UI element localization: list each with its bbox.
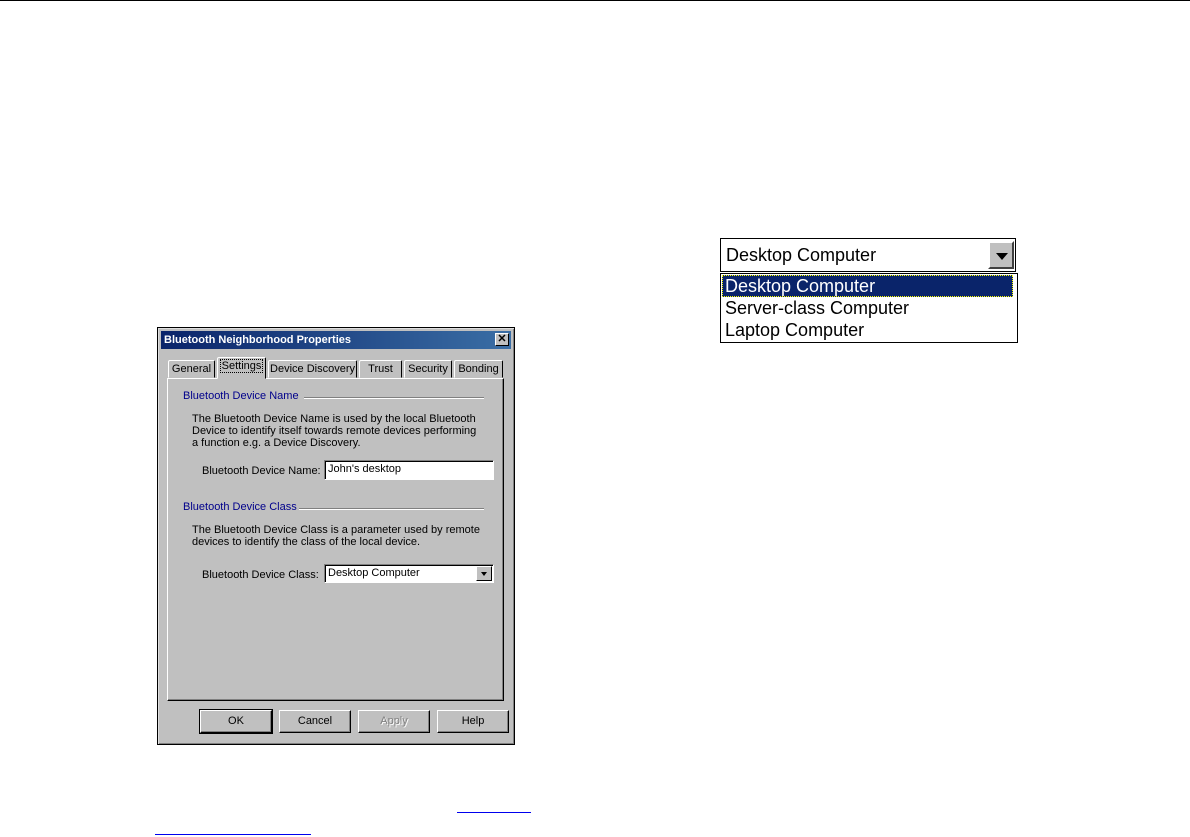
device-class-select[interactable]: Desktop Computer <box>324 564 494 583</box>
tab-general[interactable]: General <box>168 360 215 378</box>
tab-security-label: Security <box>408 363 448 375</box>
apply-button[interactable]: Apply <box>358 710 430 733</box>
link-underline-2[interactable] <box>155 834 311 835</box>
device-name-input[interactable]: John's desktop <box>324 460 494 480</box>
option-desktop-computer[interactable]: Desktop Computer <box>722 275 1013 297</box>
tab-device-discovery[interactable]: Device Discovery <box>268 360 357 378</box>
close-button[interactable]: ✕ <box>495 333 509 346</box>
device-class-description: The Bluetooth Device Class is a paramete… <box>192 524 480 548</box>
link-underline-1[interactable] <box>457 812 531 813</box>
ok-button[interactable]: OK <box>199 709 273 734</box>
device-name-divider <box>304 397 484 399</box>
cancel-label: Cancel <box>297 715 333 727</box>
dialog-title: Bluetooth Neighborhood Properties <box>164 334 351 346</box>
device-name-group-title: Bluetooth Device Name <box>183 390 299 402</box>
device-class-combo-enlarged[interactable]: Desktop Computer <box>720 238 1016 272</box>
device-name-value: John's desktop <box>328 463 402 475</box>
close-icon: ✕ <box>497 333 507 345</box>
option-server-class-computer[interactable]: Server-class Computer <box>722 297 1013 319</box>
tab-trust[interactable]: Trust <box>359 360 402 378</box>
device-class-dropdown-list: Desktop Computer Server-class Computer L… <box>720 273 1018 343</box>
option-laptop-computer[interactable]: Laptop Computer <box>722 319 1013 341</box>
help-label: Help <box>461 715 485 727</box>
top-rule <box>0 0 1190 1</box>
chevron-down-icon[interactable] <box>476 566 492 581</box>
tab-settings-label: Settings <box>219 359 264 373</box>
tab-settings[interactable]: Settings <box>217 357 266 379</box>
settings-panel: Bluetooth Device Name The Bluetooth Devi… <box>167 378 504 701</box>
cancel-button[interactable]: Cancel <box>279 710 351 733</box>
tab-general-label: General <box>171 363 212 375</box>
device-class-value: Desktop Computer <box>328 567 420 579</box>
tab-trust-label: Trust <box>368 363 393 375</box>
help-button[interactable]: Help <box>437 710 509 733</box>
device-class-group-title: Bluetooth Device Class <box>183 501 297 513</box>
tab-device-discovery-label: Device Discovery <box>270 363 355 375</box>
device-class-divider <box>299 508 484 510</box>
properties-dialog: Bluetooth Neighborhood Properties ✕ Gene… <box>157 327 515 745</box>
tab-bonding-label: Bonding <box>458 363 499 375</box>
tab-bonding[interactable]: Bonding <box>454 360 503 378</box>
apply-label: Apply <box>380 715 408 727</box>
device-class-label: Bluetooth Device Class: <box>202 569 319 581</box>
device-name-label: Bluetooth Device Name: <box>202 465 321 477</box>
tab-security[interactable]: Security <box>404 360 452 378</box>
combo-selected-value: Desktop Computer <box>726 245 877 265</box>
chevron-down-icon[interactable] <box>988 241 1014 269</box>
device-name-description: The Bluetooth Device Name is used by the… <box>192 413 477 449</box>
ok-label: OK <box>228 715 244 727</box>
title-bar[interactable]: Bluetooth Neighborhood Properties ✕ <box>161 331 511 349</box>
